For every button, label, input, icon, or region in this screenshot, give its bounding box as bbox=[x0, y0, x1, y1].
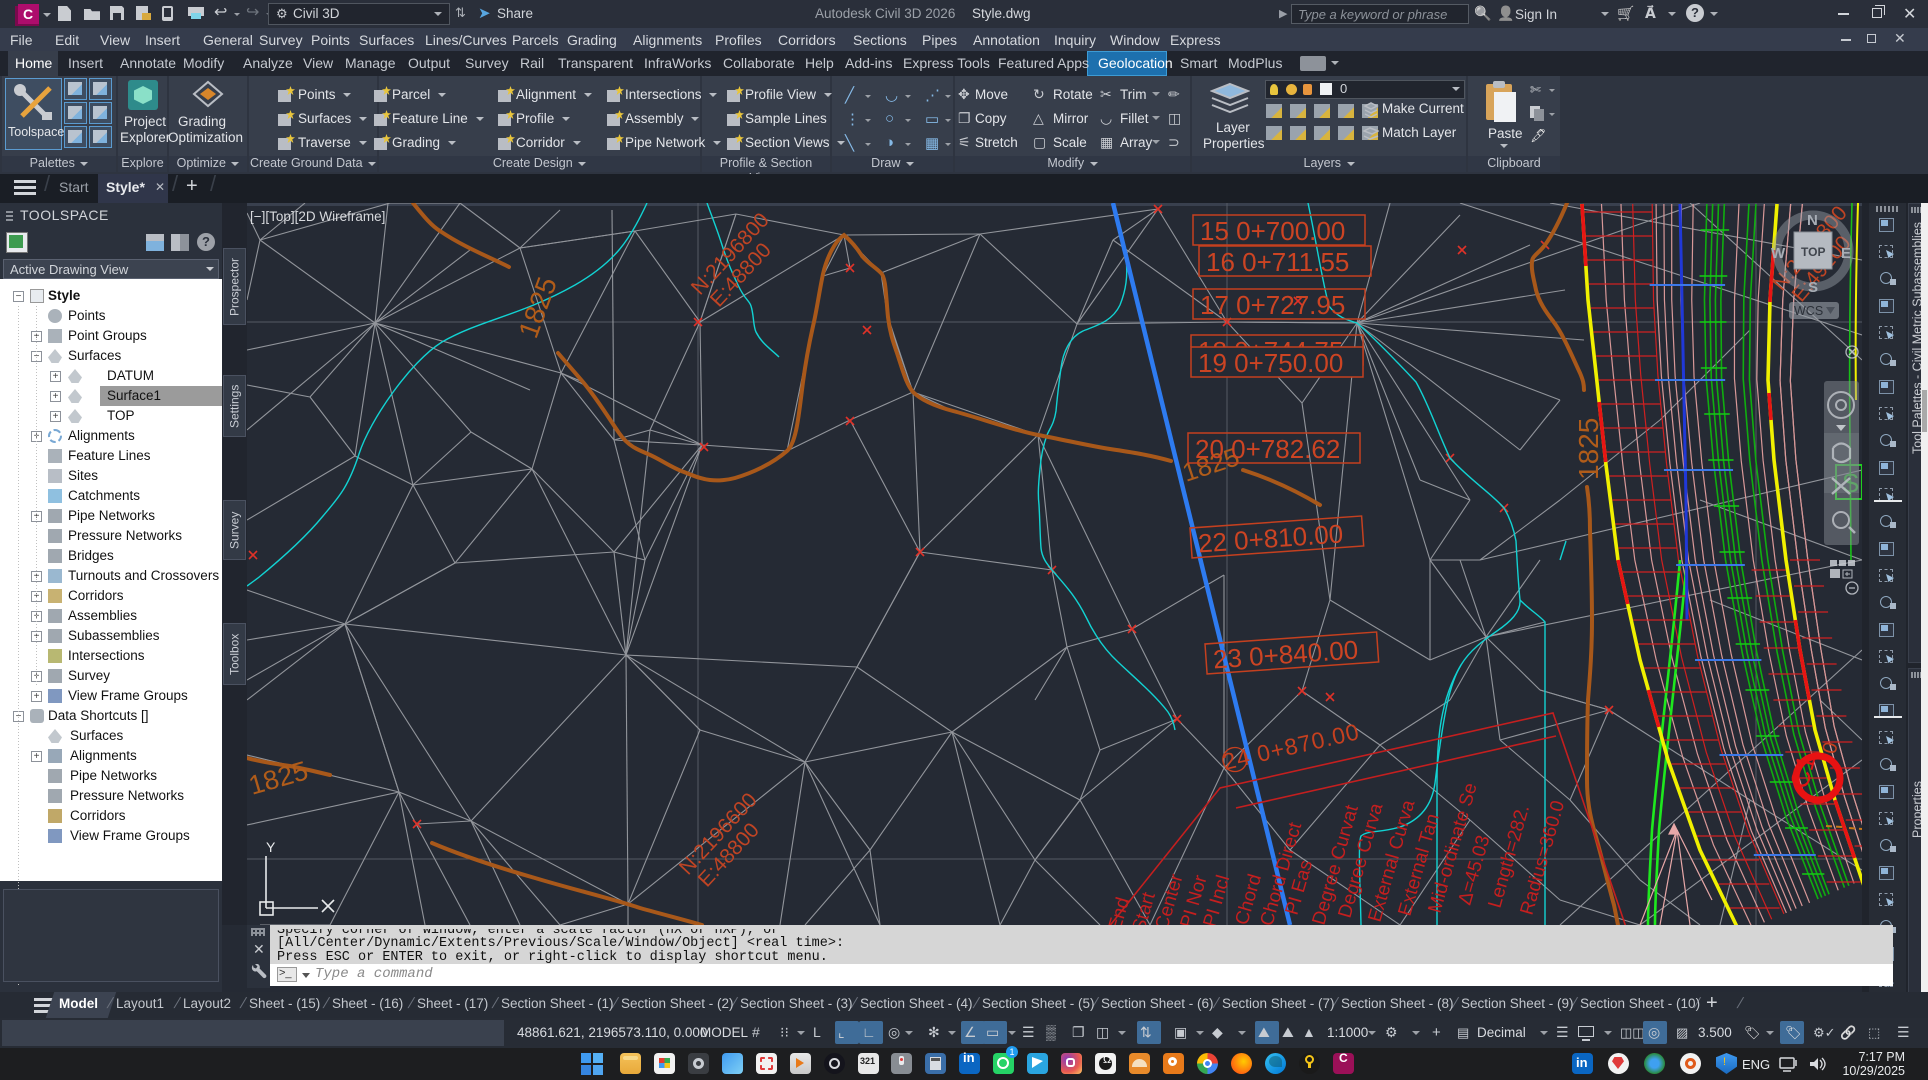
svg-text:16 0+711.55: 16 0+711.55 bbox=[1206, 247, 1349, 277]
svg-text:TOP: TOP bbox=[1801, 245, 1825, 259]
svg-text:W: W bbox=[1771, 245, 1786, 262]
svg-text:19 0+750.00: 19 0+750.00 bbox=[1198, 348, 1343, 378]
svg-text:[−][Top][2D Wireframe]: [−][Top][2D Wireframe] bbox=[250, 209, 385, 224]
svg-text:E: E bbox=[1841, 245, 1851, 262]
svg-text:17 0+727.95: 17 0+727.95 bbox=[1200, 290, 1345, 320]
svg-text:S: S bbox=[1808, 279, 1818, 296]
svg-text:1825: 1825 bbox=[1573, 418, 1604, 480]
svg-text:15 0+700.00: 15 0+700.00 bbox=[1200, 216, 1345, 246]
svg-text:Y: Y bbox=[266, 839, 276, 855]
svg-text:WCS: WCS bbox=[1794, 304, 1823, 318]
svg-text:20 0+782.62: 20 0+782.62 bbox=[1195, 434, 1340, 464]
svg-text:N: N bbox=[1807, 212, 1818, 229]
